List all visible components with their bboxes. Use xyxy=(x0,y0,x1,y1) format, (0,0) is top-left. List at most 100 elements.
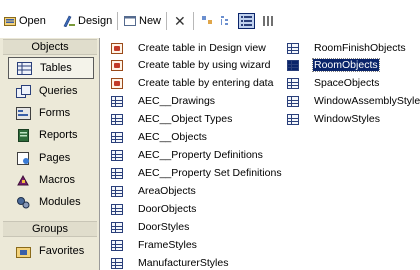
database-toolbar: Open Design New ✕ xyxy=(0,0,420,38)
list-item-label: AreaObjects xyxy=(138,185,196,197)
delete-button[interactable]: ✕ xyxy=(174,13,186,29)
list-item-selected[interactable]: RoomObjects xyxy=(287,58,380,72)
toolbar-separator xyxy=(117,12,118,30)
list-item[interactable]: AreaObjects xyxy=(111,184,197,198)
table-icon xyxy=(111,131,123,143)
list-item[interactable]: AEC__Property Definitions xyxy=(111,148,264,162)
new-label: New xyxy=(139,15,162,27)
macro-icon xyxy=(17,174,29,185)
open-icon xyxy=(4,17,16,26)
new-icon xyxy=(124,16,136,26)
list-item-label: AEC__Property Definitions xyxy=(138,149,263,161)
objects-item-label: Forms xyxy=(39,107,71,119)
large-icons-button[interactable] xyxy=(201,13,214,29)
list-item[interactable]: FrameStyles xyxy=(111,238,198,252)
list-item[interactable]: WindowAssemblyStyles xyxy=(287,94,420,108)
report-icon xyxy=(18,128,29,142)
list-item-label: SpaceObjects xyxy=(314,77,380,89)
list-item[interactable]: AEC__Property Set Definitions xyxy=(111,166,283,180)
design-button[interactable]: Design xyxy=(63,13,112,29)
list-item[interactable]: SpaceObjects xyxy=(287,76,380,90)
groups-item-favorites[interactable]: Favorites xyxy=(8,240,94,262)
details-view-button[interactable] xyxy=(262,13,275,29)
objects-item-label: Macros xyxy=(39,174,76,186)
tables-list: Create table in Design view Create table… xyxy=(101,38,420,270)
open-button[interactable]: Open xyxy=(4,13,46,29)
objects-header: Objects xyxy=(3,39,97,55)
objects-item-pages[interactable]: Pages xyxy=(8,147,94,169)
table-icon xyxy=(287,95,299,107)
table-icon xyxy=(111,149,123,161)
list-item-label: Create table by entering data xyxy=(138,77,274,89)
table-icon xyxy=(287,59,299,71)
large-icons-icon xyxy=(202,16,212,24)
design-label: Design xyxy=(78,15,113,27)
query-icon xyxy=(16,84,31,98)
small-icons-icon xyxy=(221,16,228,25)
form-icon xyxy=(16,106,31,120)
page-icon xyxy=(17,151,29,165)
list-item-label: DoorStyles xyxy=(138,221,190,233)
table-icon xyxy=(111,203,123,215)
design-wizard-icon xyxy=(111,59,123,71)
toolbar-separator xyxy=(166,12,167,30)
favorites-icon xyxy=(16,246,31,258)
objects-item-label: Pages xyxy=(39,152,71,164)
table-icon xyxy=(287,42,299,54)
objects-item-label: Modules xyxy=(39,196,81,208)
table-icon xyxy=(17,61,32,75)
table-icon xyxy=(111,95,123,107)
list-item[interactable]: ManufacturerStyles xyxy=(111,256,229,270)
design-wizard-icon xyxy=(111,77,123,89)
list-item-label: AEC__Object Types xyxy=(138,113,233,125)
list-item[interactable]: RoomFinishObjects xyxy=(287,41,407,55)
table-icon xyxy=(111,113,123,125)
list-item-label: FrameStyles xyxy=(138,239,197,251)
list-item-label: DoorObjects xyxy=(138,203,197,215)
list-item[interactable]: AEC__Objects xyxy=(111,130,208,144)
objects-item-macros[interactable]: Macros xyxy=(8,169,94,191)
list-view-icon xyxy=(241,16,252,26)
table-icon xyxy=(287,77,299,89)
objects-item-label: Favorites xyxy=(39,245,85,257)
table-icon xyxy=(111,185,123,197)
delete-icon: ✕ xyxy=(174,12,186,29)
list-item-label: Create table by using wizard xyxy=(138,59,271,71)
new-button[interactable]: New xyxy=(124,13,161,29)
table-icon xyxy=(111,167,123,179)
list-item-label: RoomObjects xyxy=(312,58,380,72)
list-item[interactable]: DoorObjects xyxy=(111,202,197,216)
list-item-label: WindowAssemblyStyles xyxy=(314,95,420,107)
list-item[interactable]: DoorStyles xyxy=(111,220,190,234)
objects-item-queries[interactable]: Queries xyxy=(8,80,94,102)
list-item-label: AEC__Drawings xyxy=(138,95,216,107)
objects-item-label: Reports xyxy=(39,129,78,141)
details-view-icon xyxy=(263,16,273,26)
list-view-button[interactable] xyxy=(238,13,255,29)
objects-item-tables[interactable]: Tables xyxy=(8,57,94,79)
toolbar-separator xyxy=(193,12,194,30)
list-item[interactable]: Create table by using wizard xyxy=(111,58,272,72)
groups-header: Groups xyxy=(3,221,97,237)
design-icon xyxy=(63,15,75,27)
objects-bar: Objects Tables Queries Forms Reports Pag… xyxy=(0,38,100,270)
small-icons-button[interactable] xyxy=(220,13,233,29)
module-icon xyxy=(17,196,30,208)
objects-item-reports[interactable]: Reports xyxy=(8,124,94,146)
list-item[interactable]: Create table in Design view xyxy=(111,41,267,55)
list-item-label: AEC__Objects xyxy=(138,131,207,143)
list-item-label: Create table in Design view xyxy=(138,42,266,54)
objects-item-label: Queries xyxy=(39,85,78,97)
open-label: Open xyxy=(19,15,46,27)
table-icon xyxy=(287,113,299,125)
list-item[interactable]: AEC__Object Types xyxy=(111,112,233,126)
list-item[interactable]: AEC__Drawings xyxy=(111,94,216,108)
objects-item-modules[interactable]: Modules xyxy=(8,191,94,213)
objects-item-label: Tables xyxy=(40,62,72,74)
objects-item-forms[interactable]: Forms xyxy=(8,102,94,124)
list-item[interactable]: WindowStyles xyxy=(287,112,381,126)
list-item-label: WindowStyles xyxy=(314,113,380,125)
design-wizard-icon xyxy=(111,42,123,54)
list-item[interactable]: Create table by entering data xyxy=(111,76,274,90)
list-item-label: RoomFinishObjects xyxy=(314,42,406,54)
